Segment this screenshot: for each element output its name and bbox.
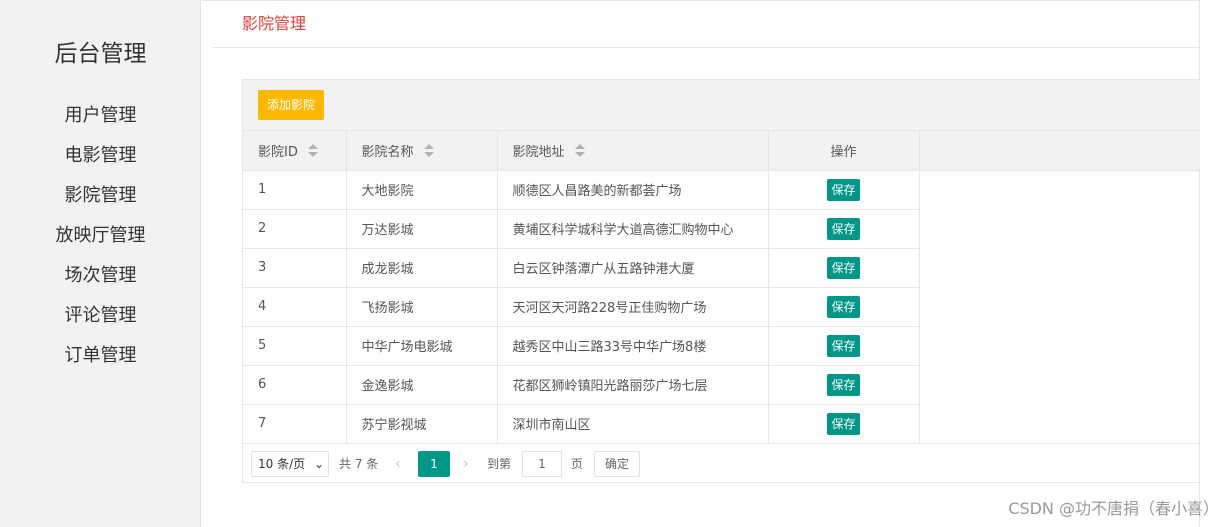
goto-page-input[interactable] bbox=[522, 451, 562, 477]
cell-address: 越秀区中山三路33号中华广场8楼 bbox=[497, 326, 769, 366]
cell-action: 保存 bbox=[768, 365, 920, 405]
cell-name: 中华广场电影城 bbox=[346, 326, 498, 366]
cell-name: 大地影院 bbox=[346, 170, 498, 210]
cell-id: 3 bbox=[243, 248, 347, 288]
cell-address: 黄埔区科学城科学大道高德汇购物中心 bbox=[497, 209, 769, 249]
sidebar-item-comments[interactable]: 评论管理 bbox=[0, 300, 201, 340]
table-row: 4 飞扬影城 天河区天河路228号正佳购物广场 保存 bbox=[243, 287, 920, 327]
cell-name: 苏宁影视城 bbox=[346, 404, 498, 444]
sidebar-menu: 用户管理 电影管理 影院管理 放映厅管理 场次管理 评论管理 订单管理 bbox=[0, 100, 201, 380]
sidebar: 后台管理 用户管理 电影管理 影院管理 放映厅管理 场次管理 评论管理 订单管理 bbox=[0, 0, 201, 527]
total-count: 共 7 条 bbox=[339, 457, 379, 471]
cell-action: 保存 bbox=[768, 404, 920, 444]
column-header-name[interactable]: 影院名称 bbox=[346, 131, 498, 171]
save-button[interactable]: 保存 bbox=[827, 217, 860, 240]
sidebar-brand: 后台管理 bbox=[54, 41, 147, 67]
cell-name: 金逸影城 bbox=[346, 365, 498, 405]
main-panel: 影院管理 添加影院 影院ID 影院名称 影院地址 操作 1 大地影院 顺德区人昌… bbox=[202, 0, 1200, 527]
cell-address: 天河区天河路228号正佳购物广场 bbox=[497, 287, 769, 327]
cell-action: 保存 bbox=[768, 326, 920, 366]
table-header-row: 影院ID 影院名称 影院地址 操作 bbox=[243, 131, 920, 171]
column-header-name-label: 影院名称 bbox=[361, 144, 414, 160]
sidebar-item-movies[interactable]: 电影管理 bbox=[0, 140, 201, 180]
chevron-left-icon[interactable]: ‹ bbox=[395, 444, 401, 484]
goto-label: 到第 bbox=[487, 457, 512, 471]
table-row: 6 金逸影城 花都区狮岭镇阳光路丽莎广场七层 保存 bbox=[243, 365, 920, 405]
table-row: 5 中华广场电影城 越秀区中山三路33号中华广场8楼 保存 bbox=[243, 326, 920, 366]
save-button[interactable]: 保存 bbox=[827, 295, 860, 318]
cell-id: 5 bbox=[243, 326, 347, 366]
chevron-right-icon[interactable]: › bbox=[463, 444, 469, 484]
confirm-button[interactable]: 确定 bbox=[594, 451, 640, 477]
column-header-action: 操作 bbox=[768, 131, 920, 171]
sidebar-item-orders[interactable]: 订单管理 bbox=[0, 340, 201, 380]
table-toolbar: 添加影院 bbox=[243, 80, 1200, 131]
cell-name: 万达影城 bbox=[346, 209, 498, 249]
sidebar-item-sessions[interactable]: 场次管理 bbox=[0, 260, 201, 300]
column-header-id-label: 影院ID bbox=[258, 144, 298, 160]
cell-action: 保存 bbox=[768, 248, 920, 288]
page-size-select[interactable]: 10 条/页 ⌄ bbox=[251, 451, 329, 477]
current-page-button[interactable]: 1 bbox=[418, 451, 450, 477]
cell-action: 保存 bbox=[768, 287, 920, 327]
cell-id: 2 bbox=[243, 209, 347, 249]
sidebar-item-cinemas[interactable]: 影院管理 bbox=[0, 180, 201, 220]
table-row: 2 万达影城 黄埔区科学城科学大道高德汇购物中心 保存 bbox=[243, 209, 920, 249]
cell-address: 深圳市南山区 bbox=[497, 404, 769, 444]
title-divider bbox=[212, 47, 1199, 48]
page-title: 影院管理 bbox=[242, 14, 307, 33]
add-cinema-button[interactable]: 添加影院 bbox=[258, 90, 325, 120]
cell-address: 花都区狮岭镇阳光路丽莎广场七层 bbox=[497, 365, 769, 405]
cinema-table-panel: 添加影院 影院ID 影院名称 影院地址 操作 1 大地影院 顺德区人昌路美的新都… bbox=[242, 79, 1200, 483]
save-button[interactable]: 保存 bbox=[827, 256, 860, 279]
cell-id: 1 bbox=[243, 170, 347, 210]
watermark: CSDN @功不唐捐（春小喜） bbox=[1008, 499, 1219, 518]
sort-icon[interactable] bbox=[423, 143, 434, 158]
cell-id: 7 bbox=[243, 404, 347, 444]
cell-action: 保存 bbox=[768, 170, 920, 210]
save-button[interactable]: 保存 bbox=[827, 334, 860, 357]
cell-action: 保存 bbox=[768, 209, 920, 249]
save-button[interactable]: 保存 bbox=[827, 373, 860, 396]
save-button[interactable]: 保存 bbox=[827, 412, 860, 435]
cell-name: 飞扬影城 bbox=[346, 287, 498, 327]
save-button[interactable]: 保存 bbox=[827, 178, 860, 201]
table-row: 7 苏宁影视城 深圳市南山区 保存 bbox=[243, 404, 920, 444]
column-header-address[interactable]: 影院地址 bbox=[497, 131, 769, 171]
sort-icon[interactable] bbox=[307, 143, 318, 158]
cell-address: 白云区钟落潭广从五路钟港大厦 bbox=[497, 248, 769, 288]
pagination: 10 条/页 ⌄ 共 7 条 ‹ 1 › 到第 页 确定 bbox=[243, 443, 1200, 483]
column-header-address-label: 影院地址 bbox=[512, 144, 565, 160]
cell-name: 成龙影城 bbox=[346, 248, 498, 288]
chevron-down-icon: ⌄ bbox=[313, 457, 324, 471]
column-header-id[interactable]: 影院ID bbox=[243, 131, 347, 171]
cell-id: 6 bbox=[243, 365, 347, 405]
cell-id: 4 bbox=[243, 287, 347, 327]
sidebar-item-users[interactable]: 用户管理 bbox=[0, 100, 201, 140]
cell-address: 顺德区人昌路美的新都荟广场 bbox=[497, 170, 769, 210]
table-row: 1 大地影院 顺德区人昌路美的新都荟广场 保存 bbox=[243, 170, 920, 210]
sort-icon[interactable] bbox=[574, 143, 585, 158]
table-row: 3 成龙影城 白云区钟落潭广从五路钟港大厦 保存 bbox=[243, 248, 920, 288]
sidebar-item-halls[interactable]: 放映厅管理 bbox=[0, 220, 201, 260]
table-header-filler bbox=[919, 131, 1200, 171]
page-word: 页 bbox=[571, 457, 584, 471]
cinema-table: 影院ID 影院名称 影院地址 操作 1 大地影院 顺德区人昌路美的新都荟广场 保… bbox=[243, 131, 920, 444]
page-size-value: 10 条/页 bbox=[258, 457, 306, 471]
